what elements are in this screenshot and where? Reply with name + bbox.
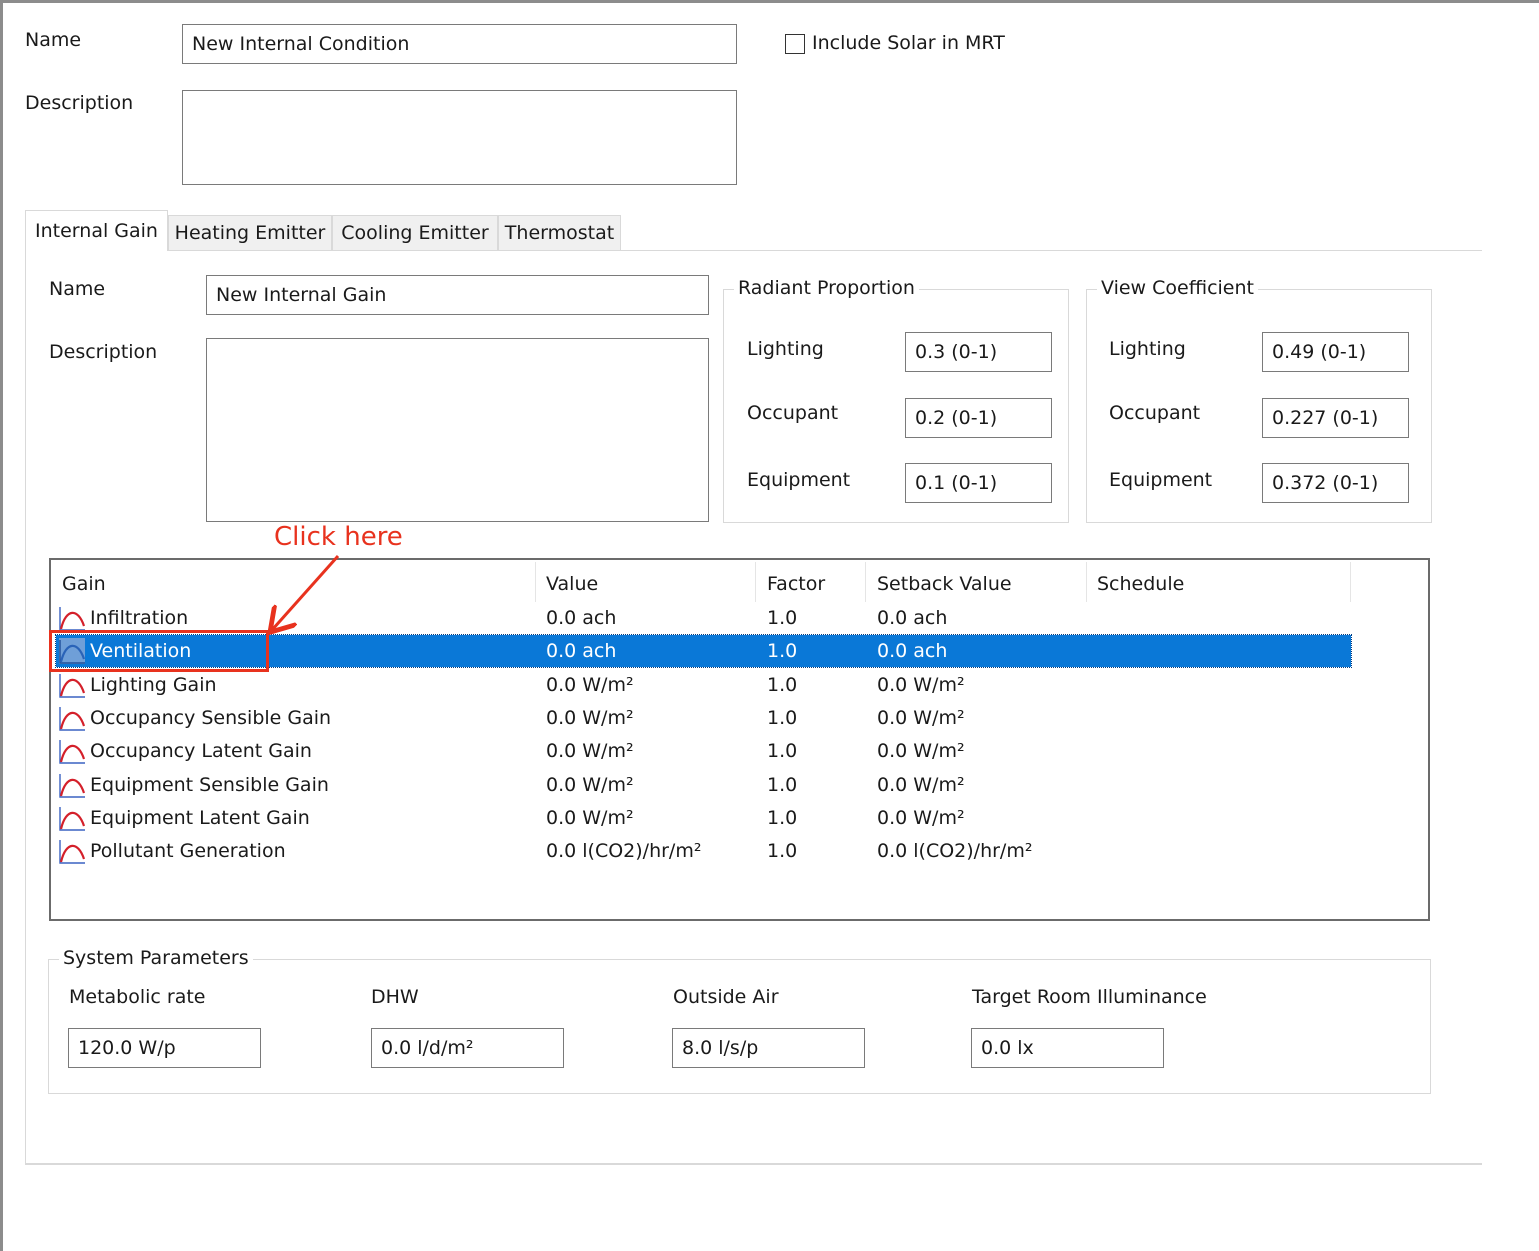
system-parameters-group [48, 959, 1431, 1094]
include-solar-label[interactable]: Include Solar in MRT [812, 32, 1005, 54]
value-cell: 0.0 ach [546, 607, 617, 629]
outside-air-label: Outside Air [673, 986, 779, 1008]
gain-cell: Lighting Gain [90, 674, 217, 696]
setback-value-cell: 0.0 ach [877, 607, 948, 629]
view-lighting-label: Lighting [1109, 338, 1186, 360]
tab-cooling-emitter[interactable]: Cooling Emitter [332, 215, 498, 250]
gain-description-label: Description [49, 341, 158, 363]
radiant-lighting-label: Lighting [747, 338, 824, 360]
condition-name-input[interactable]: New Internal Condition [182, 24, 737, 64]
annotation-text: Click here [274, 522, 403, 552]
tab-thermostat[interactable]: Thermostat [498, 215, 621, 250]
factor-cell: 1.0 [767, 640, 798, 662]
factor-cell: 1.0 [767, 807, 798, 829]
view-occupant-input[interactable]: 0.227 (0-1) [1262, 398, 1409, 438]
system-parameters-title: System Parameters [59, 947, 253, 969]
setback-value-cell: 0.0 W/m² [877, 674, 965, 696]
gain-cell: Occupancy Latent Gain [90, 740, 312, 762]
schedule-curve-icon [59, 674, 86, 698]
schedule-curve-icon [59, 607, 86, 631]
gain-name-input[interactable]: New Internal Gain [206, 275, 709, 315]
radiant-occupant-label: Occupant [747, 402, 839, 424]
table-row[interactable]: Occupancy Latent Gain 0.0 W/m² 1.0 0.0 W/m² [56, 735, 1351, 767]
factor-cell: 1.0 [767, 607, 798, 629]
condition-description-input[interactable] [182, 90, 737, 185]
radiant-lighting-input[interactable]: 0.3 (0-1) [905, 332, 1052, 372]
radiant-equipment-label: Equipment [747, 469, 851, 491]
gain-description-input[interactable] [206, 338, 709, 522]
setback-value-cell: 0.0 W/m² [877, 774, 965, 796]
radiant-proportion-title: Radiant Proportion [734, 277, 919, 299]
view-equipment-input[interactable]: 0.372 (0-1) [1262, 463, 1409, 503]
view-equipment-label: Equipment [1109, 469, 1213, 491]
value-cell: 0.0 W/m² [546, 707, 634, 729]
column-separator[interactable] [865, 562, 866, 602]
column-separator[interactable] [1086, 562, 1087, 602]
schedule-curve-icon [59, 774, 86, 798]
value-cell: 0.0 W/m² [546, 774, 634, 796]
column-header-gain[interactable]: Gain [62, 566, 106, 602]
value-cell: 0.0 ach [546, 640, 617, 662]
setback-value-cell: 0.0 W/m² [877, 707, 965, 729]
metabolic-rate-label: Metabolic rate [69, 986, 206, 1008]
value-cell: 0.0 W/m² [546, 740, 634, 762]
schedule-curve-icon [59, 740, 86, 764]
window-border-top [0, 0, 1539, 3]
outside-air-input[interactable]: 8.0 l/s/p [672, 1028, 865, 1068]
column-header-schedule[interactable]: Schedule [1097, 566, 1184, 602]
tab-internal-gain[interactable]: Internal Gain [25, 210, 168, 251]
table-row[interactable]: Equipment Sensible Gain 0.0 W/m² 1.0 0.0 W/… [56, 769, 1351, 801]
column-separator[interactable] [535, 562, 536, 602]
schedule-curve-icon [59, 807, 86, 831]
value-cell: 0.0 W/m² [546, 807, 634, 829]
view-coefficient-title: View Coefficient [1097, 277, 1258, 299]
tab-panel-border-left [25, 250, 26, 1165]
tab-heating-emitter[interactable]: Heating Emitter [168, 215, 332, 250]
include-solar-checkbox[interactable] [785, 34, 805, 54]
schedule-curve-icon [59, 707, 86, 731]
factor-cell: 1.0 [767, 740, 798, 762]
dhw-label: DHW [371, 986, 419, 1008]
table-row[interactable]: Pollutant Generation 0.0 l(CO2)/hr/m² 1.0 0… [56, 835, 1351, 867]
condition-description-label: Description [25, 92, 134, 114]
dhw-input[interactable]: 0.0 l/d/m² [371, 1028, 564, 1068]
window-border-left [0, 0, 3, 1251]
setback-value-cell: 0.0 ach [877, 640, 948, 662]
factor-cell: 1.0 [767, 674, 798, 696]
setback-value-cell: 0.0 W/m² [877, 807, 965, 829]
gain-cell: Pollutant Generation [90, 840, 286, 862]
table-row[interactable]: Occupancy Sensible Gain 0.0 W/m² 1.0 0.0 W/… [56, 702, 1351, 734]
gain-cell: Equipment Latent Gain [90, 807, 310, 829]
radiant-equipment-input[interactable]: 0.1 (0-1) [905, 463, 1052, 503]
factor-cell: 1.0 [767, 774, 798, 796]
column-header-value[interactable]: Value [546, 566, 598, 602]
target-illuminance-label: Target Room Illuminance [972, 986, 1207, 1008]
target-illuminance-input[interactable]: 0.0 lx [971, 1028, 1164, 1068]
value-cell: 0.0 W/m² [546, 674, 634, 696]
gain-name-label: Name [49, 278, 106, 300]
factor-cell: 1.0 [767, 840, 798, 862]
table-row[interactable]: Equipment Latent Gain 0.0 W/m² 1.0 0.0 W/m² [56, 802, 1351, 834]
gain-cell: Occupancy Sensible Gain [90, 707, 332, 729]
setback-value-cell: 0.0 l(CO2)/hr/m² [877, 840, 1033, 862]
gain-cell: Equipment Sensible Gain [90, 774, 329, 796]
column-header-setback-value[interactable]: Setback Value [877, 566, 1012, 602]
value-cell: 0.0 l(CO2)/hr/m² [546, 840, 702, 862]
column-separator[interactable] [755, 562, 756, 602]
annotation-highlight-box [49, 630, 269, 672]
factor-cell: 1.0 [767, 707, 798, 729]
setback-value-cell: 0.0 W/m² [877, 740, 965, 762]
view-lighting-input[interactable]: 0.49 (0-1) [1262, 332, 1409, 372]
radiant-occupant-input[interactable]: 0.2 (0-1) [905, 398, 1052, 438]
column-separator[interactable] [1350, 562, 1351, 602]
tab-panel-border-bottom [25, 1163, 1482, 1165]
schedule-curve-icon [59, 840, 86, 864]
table-row[interactable]: Lighting Gain 0.0 W/m² 1.0 0.0 W/m² [56, 669, 1351, 701]
metabolic-rate-input[interactable]: 120.0 W/p [68, 1028, 261, 1068]
view-occupant-label: Occupant [1109, 402, 1201, 424]
tab-strip-line [167, 250, 1482, 251]
column-header-factor[interactable]: Factor [767, 566, 825, 602]
condition-name-label: Name [25, 29, 82, 51]
